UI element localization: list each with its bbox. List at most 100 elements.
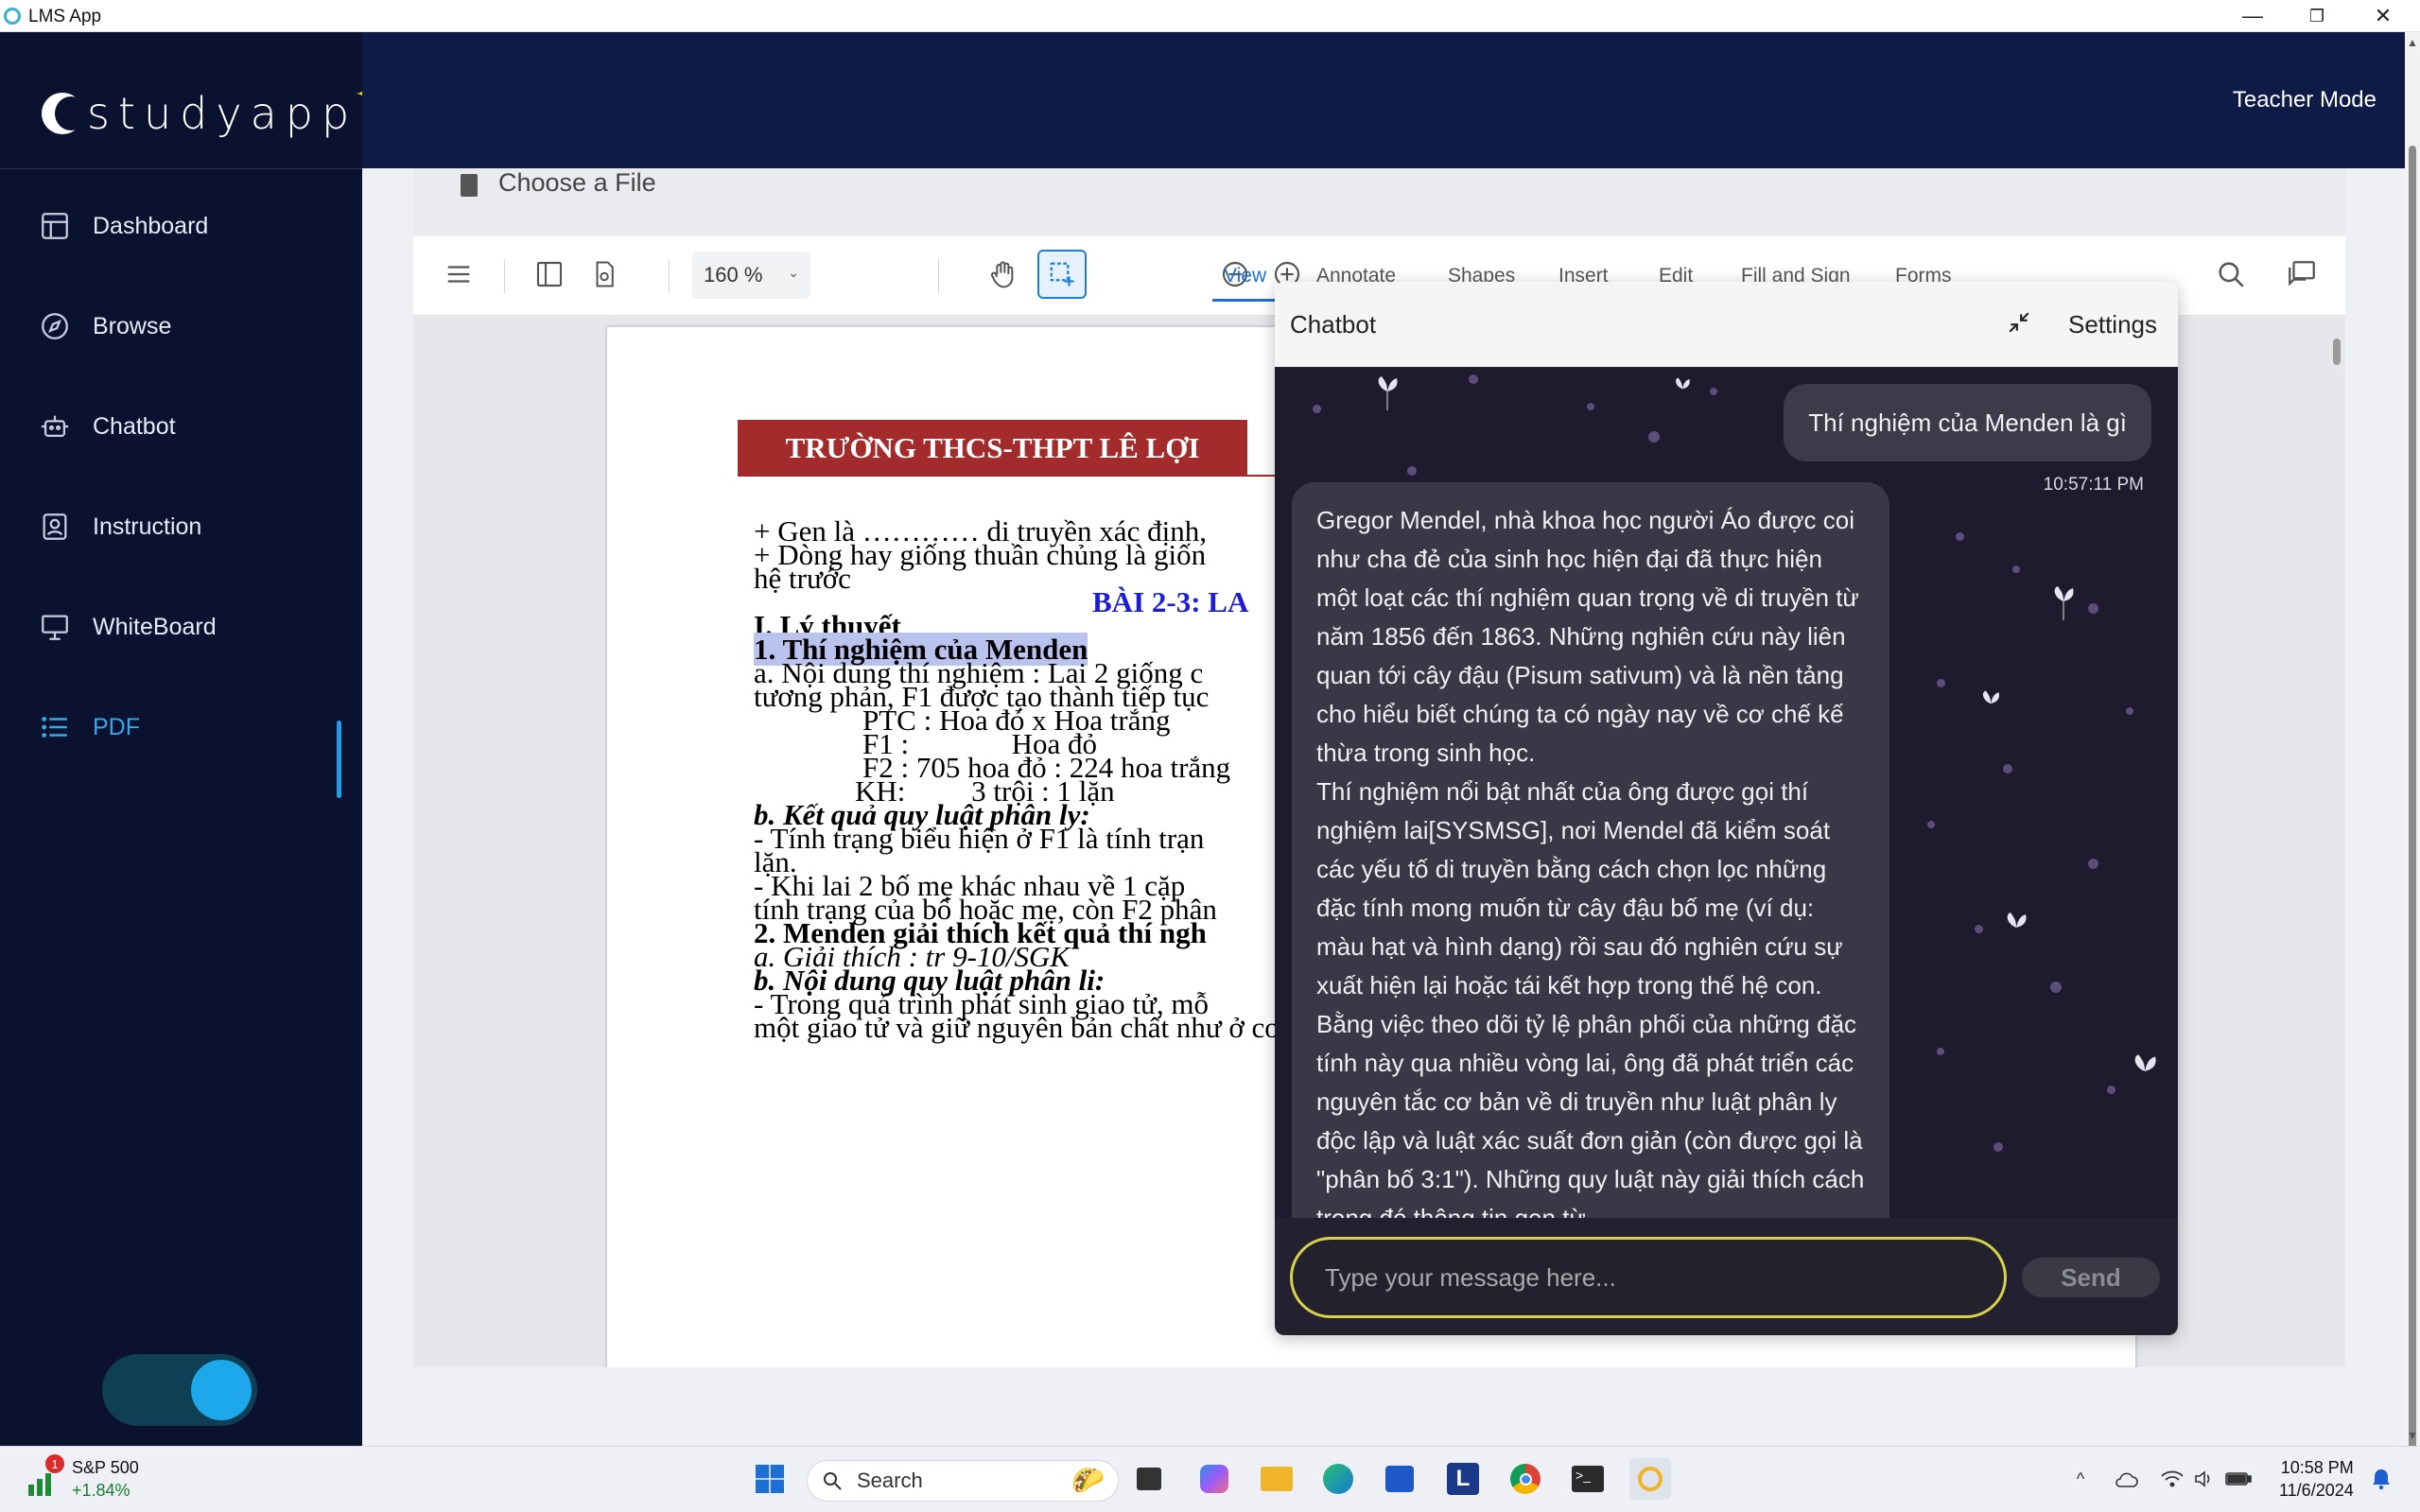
flower-decoration-icon — [2054, 586, 2074, 620]
decor-dot — [1710, 388, 1717, 395]
wifi-icon[interactable] — [2156, 1458, 2188, 1500]
battery-icon[interactable] — [2222, 1458, 2255, 1500]
comments-icon[interactable] — [2283, 255, 2321, 293]
file-explorer-icon[interactable] — [1256, 1458, 1297, 1500]
sidebar-item-browse[interactable]: Browse — [38, 303, 171, 350]
toolbar-separator — [504, 259, 505, 293]
choose-file-bar[interactable]: Choose a File — [413, 168, 2345, 235]
terminal-icon[interactable]: >_ — [1567, 1458, 1609, 1500]
decor-dot — [1993, 1142, 2003, 1152]
notification-bell-icon[interactable] — [2364, 1458, 2398, 1500]
school-banner: TRƯỜNG THCS-THPT LÊ LỢI — [738, 420, 1247, 477]
area-select-tool[interactable] — [1037, 250, 1087, 299]
message-timestamp: 10:57:11 PM — [2043, 475, 2144, 495]
clock-time: 10:58 PM — [2280, 1458, 2354, 1477]
system-clock[interactable]: 10:58 PM 11/6/2024 — [2279, 1456, 2354, 1502]
decor-dot — [2088, 603, 2098, 614]
flower-decoration-icon — [2007, 912, 2027, 928]
studyapp-logo[interactable]: studyapp ✦ — [42, 75, 382, 151]
window-titlebar: LMS App — ❐ ✕ — [0, 0, 2420, 32]
scroll-down-icon[interactable]: ▼ — [2407, 1429, 2418, 1442]
send-button[interactable]: Send — [2022, 1258, 2160, 1297]
sidebar-panel-icon[interactable] — [531, 255, 568, 293]
search-icon[interactable] — [2212, 255, 2250, 293]
lms-app-taskbar-icon[interactable] — [1629, 1458, 1671, 1500]
window-scrollbar[interactable]: ▲ ▼ — [2405, 32, 2420, 1451]
decor-dot — [1937, 1048, 1944, 1055]
decor-dot — [2126, 707, 2133, 715]
close-button[interactable]: ✕ — [2355, 0, 2411, 32]
user-message: Thí nghiệm của Menden là gì — [1784, 384, 2151, 461]
sidebar-item-label: Chatbot — [93, 412, 176, 440]
chatbot-title: Chatbot — [1290, 310, 1377, 339]
decor-dot — [1937, 679, 1945, 687]
dashboard-icon — [38, 209, 72, 243]
sidebar-item-whiteboard[interactable]: WhiteBoard — [38, 603, 217, 651]
cloud-icon[interactable] — [2110, 1458, 2142, 1500]
decor-dot — [1313, 405, 1321, 413]
taskbar: 1 S&P 500 +1.84% Search 🌮 L >_ ^ 10:58 P… — [0, 1446, 2420, 1512]
chrome-icon[interactable] — [1505, 1458, 1546, 1500]
decor-dot — [1469, 374, 1478, 384]
edge-browser-icon[interactable] — [1317, 1458, 1359, 1500]
taskbar-search[interactable]: Search 🌮 — [807, 1460, 1119, 1502]
tray-chevron-up-icon[interactable]: ^ — [2066, 1458, 2095, 1500]
menu-icon[interactable] — [440, 255, 478, 293]
sidebar-item-label: Instruction — [93, 513, 202, 540]
copilot-icon[interactable] — [1193, 1458, 1235, 1500]
decor-dot — [1956, 532, 1964, 541]
sidebar-divider — [0, 168, 362, 169]
l-app-icon[interactable]: L — [1442, 1458, 1484, 1500]
decor-dot — [1407, 466, 1417, 476]
task-view-icon[interactable] — [1128, 1458, 1170, 1500]
flower-decoration-icon — [1982, 690, 2000, 704]
flower-decoration-icon — [2134, 1054, 2156, 1071]
zoom-select[interactable]: 160 % ⌄ — [692, 252, 810, 299]
lesson-title: BÀI 2-3: LA — [1092, 585, 1249, 618]
windows-start-icon[interactable] — [749, 1458, 791, 1500]
sidebar-item-dashboard[interactable]: Dashboard — [38, 202, 208, 250]
sidebar-item-label: Browse — [93, 312, 172, 339]
toggle-knob — [191, 1360, 252, 1420]
tab-view[interactable]: View — [1224, 265, 1266, 287]
decor-dot — [2003, 764, 2012, 773]
page-settings-icon[interactable] — [585, 255, 623, 293]
bot-message-text: Gregor Mendel, nhà khoa học người Áo đượ… — [1316, 506, 1865, 1218]
doc-line: - Tính trạng biểu hiện ở F1 là tính trạn — [754, 822, 1205, 855]
flower-decoration-icon — [1378, 376, 1398, 410]
theme-toggle[interactable] — [102, 1354, 257, 1426]
sidebar-item-pdf[interactable]: PDF — [38, 704, 140, 751]
minimize-button[interactable]: — — [2224, 0, 2281, 32]
crescent-icon — [42, 93, 87, 134]
volume-icon[interactable] — [2188, 1458, 2220, 1500]
bot-message: Gregor Mendel, nhà khoa học người Áo đượ… — [1292, 482, 1889, 1218]
decor-dot — [1927, 821, 1935, 828]
instruction-icon — [38, 510, 72, 544]
notification-badge: 1 — [45, 1454, 64, 1473]
store-icon[interactable] — [1379, 1458, 1420, 1500]
file-icon — [461, 174, 478, 197]
window-title: LMS App — [28, 7, 102, 26]
sidebar-item-instruction[interactable]: Instruction — [38, 503, 201, 550]
document-scrollbar[interactable] — [2333, 339, 2341, 365]
sidebar: studyapp ✦ Dashboard Browse Chatbot Inst… — [0, 32, 382, 1446]
settings-button[interactable]: Settings — [2068, 310, 2157, 339]
stock-name: S&P 500 — [72, 1458, 139, 1477]
decor-dot — [2012, 565, 2020, 573]
teacher-mode-label[interactable]: Teacher Mode — [2233, 87, 2376, 113]
pan-hand-icon[interactable] — [984, 255, 1022, 293]
sidebar-item-chatbot[interactable]: Chatbot — [38, 403, 176, 450]
stock-chart-icon — [28, 1473, 51, 1496]
chat-message-input[interactable]: Type your message here... — [1290, 1237, 2007, 1318]
decor-dot — [2088, 859, 2098, 869]
scroll-up-icon[interactable]: ▲ — [2407, 36, 2418, 49]
collapse-icon[interactable] — [2007, 310, 2031, 341]
decor-dot — [1587, 403, 1594, 410]
sidebar-item-label: Dashboard — [93, 212, 209, 239]
scrollbar-thumb[interactable] — [2409, 146, 2416, 1451]
maximize-button[interactable]: ❐ — [2289, 0, 2345, 32]
clock-date: 11/6/2024 — [2279, 1481, 2354, 1500]
chat-input-area: Type your message here... Send — [1275, 1218, 2178, 1335]
decor-dot — [1975, 925, 1983, 933]
flower-decoration-icon — [1676, 377, 1690, 390]
